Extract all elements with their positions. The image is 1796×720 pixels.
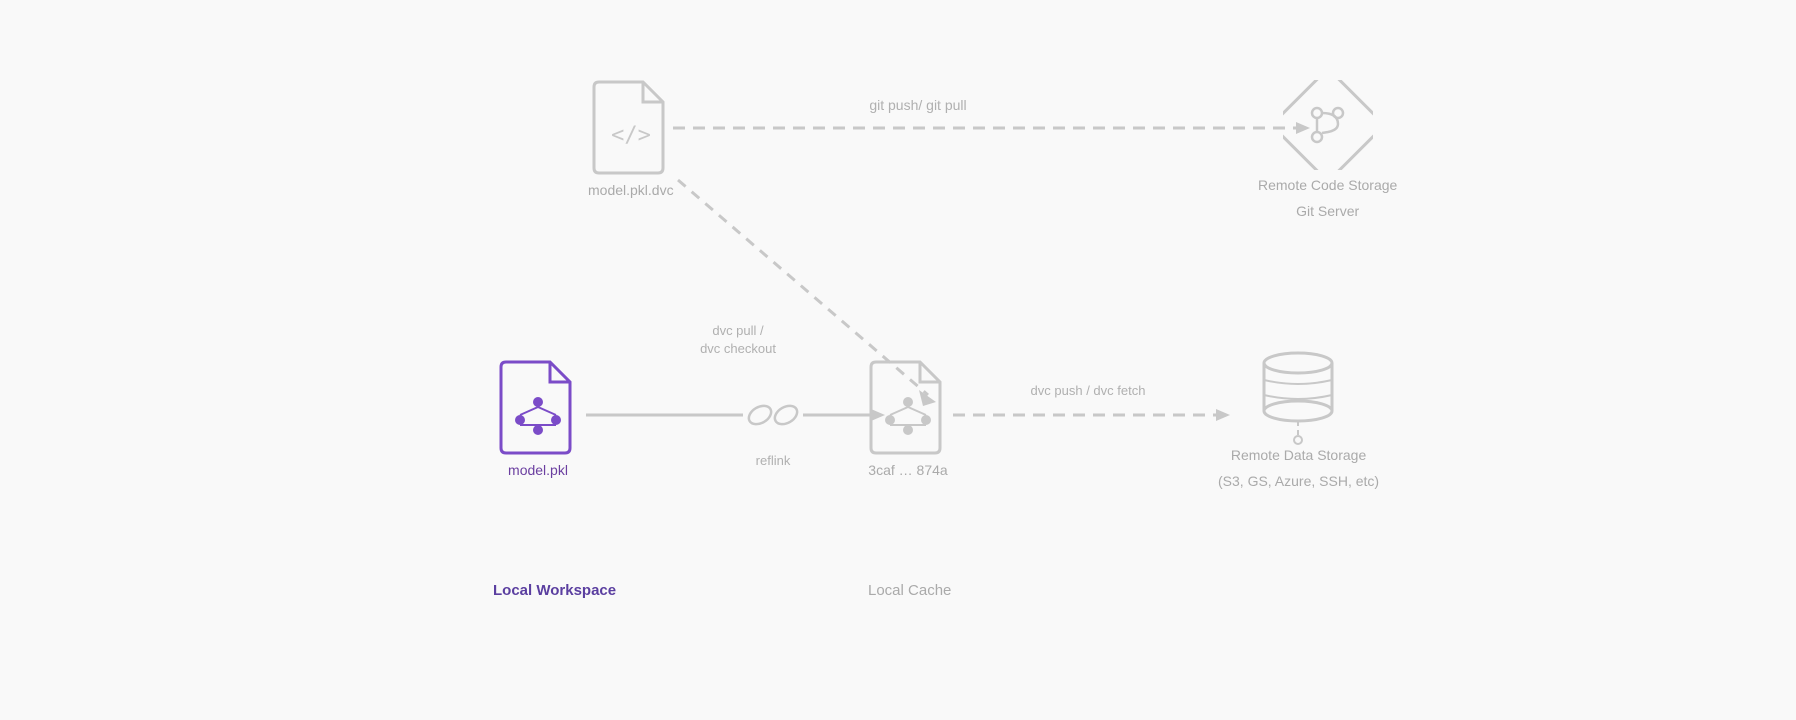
- diagram: git push/ git pull dvc pull / dvc checko…: [298, 50, 1498, 670]
- pkl-file-node: model.pkl: [498, 360, 578, 481]
- git-icon: [1283, 80, 1373, 170]
- dvc-file-node: </> model.pkl.dvc: [588, 80, 674, 201]
- cache-file-node: 3caf … 874a: [868, 360, 948, 481]
- cache-file-label: 3caf … 874a: [868, 461, 947, 481]
- dvc-file-label: model.pkl.dvc: [588, 181, 674, 201]
- dvc-pull-label: dvc pull /: [712, 323, 764, 338]
- cache-file-icon: [868, 360, 948, 455]
- data-store-label-line2: (S3, GS, Azure, SSH, etc): [1218, 472, 1379, 492]
- dvc-file-icon: </>: [591, 80, 671, 175]
- git-server-label-line2: Git Server: [1296, 202, 1359, 222]
- pkl-file-icon: [498, 360, 578, 455]
- git-server-node: Remote Code Storage Git Server: [1258, 80, 1397, 221]
- git-push-pull-label: git push/ git pull: [869, 97, 966, 113]
- data-store-label-line1: Remote Data Storage: [1231, 446, 1366, 466]
- git-server-label-line1: Remote Code Storage: [1258, 176, 1397, 196]
- reflink-label: reflink: [756, 453, 791, 468]
- pkl-file-label: model.pkl: [508, 461, 568, 481]
- data-store-icon: [1256, 345, 1341, 440]
- local-cache-label: Local Cache: [868, 580, 951, 603]
- svg-text:</>: </>: [611, 123, 651, 148]
- data-store-node: Remote Data Storage (S3, GS, Azure, SSH,…: [1218, 345, 1379, 491]
- local-workspace-label: Local Workspace: [493, 580, 616, 603]
- dvc-checkout-label: dvc checkout: [700, 341, 776, 356]
- dvc-push-fetch-label: dvc push / dvc fetch: [1031, 383, 1146, 398]
